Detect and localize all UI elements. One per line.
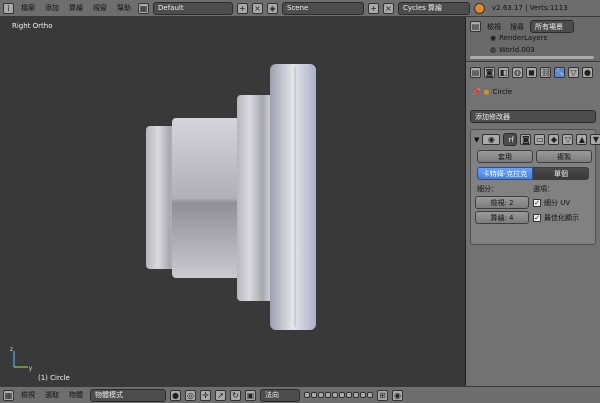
modifiers-tab-icon[interactable]: 🔧 [554,67,565,78]
rotate-icon[interactable]: ↻ [230,389,241,401]
editor-type-icon[interactable]: ▦ [3,389,14,401]
breadcrumb-object-name: Circle [492,88,513,96]
info-icon[interactable]: i [3,2,14,14]
viewport-header: ▦ 檢視 選取 物體 物體模式 ● ◎ ✛ ↗ ↻ ▣ 法向 ⊞ ◉ [0,386,600,403]
scene-icon[interactable]: ◈ [267,2,278,14]
outliner-tab-view[interactable]: 檢視 [484,22,504,32]
simple-tab[interactable]: 單個 [533,167,589,180]
manipulator-icon[interactable]: ✛ [200,389,211,401]
render-tab-icon[interactable]: ◙ [484,67,495,78]
render-preview-icon[interactable]: ◉ [392,389,403,401]
apply-button[interactable]: 套用 [477,150,533,163]
options-label: 選項： [533,185,554,193]
axis-label-y: y [29,366,32,372]
menu-select[interactable]: 選取 [42,390,62,400]
blender-logo-icon [474,2,485,14]
menu-file[interactable]: 檔案 [18,3,38,13]
outliner[interactable]: ▤ 檢視 搜尋 所有場景 ◉ RenderLayers ◍ World.003 [466,17,600,62]
renderlayers-icon: ◉ [490,34,497,42]
shading-icon[interactable]: ● [170,389,181,401]
snap-icon[interactable]: ⊞ [377,389,388,401]
subdivide-uv-label: 細分 UV [544,199,571,207]
viewport-visibility-icon[interactable]: ▭ [534,134,546,145]
collapse-icon[interactable]: ▼ [474,136,479,144]
translate-icon[interactable]: ↗ [215,389,226,401]
scene-tab-icon[interactable]: ◧ [498,67,509,78]
menu-view[interactable]: 檢視 [18,390,38,400]
subdivisions-label: 細分： [477,185,498,193]
layout-select[interactable]: Default [153,1,233,15]
pivot-icon[interactable]: ◎ [185,389,196,401]
move-up-icon[interactable]: ▲ [576,134,588,145]
data-tab-icon[interactable]: ▽ [568,67,579,78]
object-icon: ◼ [483,88,490,96]
properties-editor-icon[interactable]: ▤ [470,67,481,78]
optimal-display-check-icon: ✓ [533,214,541,222]
material-tab-icon[interactable]: ● [582,67,593,78]
object-label: (1) Circle [38,374,70,382]
axis-label-z: z [10,347,13,353]
menu-render[interactable]: 算繪 [66,3,86,13]
properties-tabs: ▤ ◙ ◧ ◍ ◼ ⛓ 🔧 ▽ ● [470,67,593,78]
add-layout-icon[interactable]: + [237,2,248,14]
3d-viewport[interactable]: Right Ortho z y (1) Circle [0,17,466,386]
outliner-editor-icon[interactable]: ▤ [470,21,481,32]
render-engine-select[interactable]: Cycles 算繪 [398,1,470,15]
menu-add[interactable]: 添加 [42,3,62,13]
view-levels-field[interactable]: 檢視: 2 [475,196,529,209]
subdivision-modifier-panel: ▼ ◉ rf ◙ ▭ ◆ ▽ ▲ ▼ × 套用 複製 卡特姆-克拉克 單個 細分… [470,129,600,245]
world-tab-icon[interactable]: ◍ [512,67,523,78]
catmull-clark-tab[interactable]: 卡特姆-克拉克 [477,167,533,180]
render-visibility-icon[interactable]: ◙ [520,134,532,145]
top-header: i 檔案 添加 算繪 視窗 幫助 ▦ Default + × ◈ Scene +… [0,0,600,17]
editmode-icon[interactable]: ◆ [548,134,560,145]
modifier-name-field[interactable]: rf [503,133,518,146]
mode-select[interactable]: 物體模式 [90,388,166,402]
move-down-icon[interactable]: ▼ [590,134,600,145]
outliner-item-world[interactable]: ◍ World.003 [490,46,535,54]
outliner-item-label: World.003 [499,46,535,54]
mesh-object[interactable] [0,17,466,386]
add-modifier-select[interactable]: 添加修改器 [470,110,596,123]
mesh-part-hex [172,118,240,278]
modifier-type-icon: ◉ [482,134,501,145]
add-scene-icon[interactable]: + [368,2,379,14]
orientation-select[interactable]: 法向 [260,388,300,402]
outliner-header: ▤ 檢視 搜尋 所有場景 [470,20,574,33]
close-layout-icon[interactable]: × [252,2,263,14]
menu-window[interactable]: 視窗 [90,3,110,13]
right-panel: ▤ 檢視 搜尋 所有場景 ◉ RenderLayers ◍ World.003 … [466,17,600,386]
menu-object[interactable]: 物體 [66,390,86,400]
object-tab-icon[interactable]: ◼ [526,67,537,78]
subdivide-uv-checkbox[interactable]: ✓ 細分 UV [533,198,570,208]
constraints-tab-icon[interactable]: ⛓ [540,67,551,78]
mesh-part-flange [270,64,316,330]
axis-gizmo-icon: z y [10,347,32,372]
world-icon: ◍ [490,46,497,54]
layout-grid-icon[interactable]: ▦ [138,2,149,14]
close-scene-icon[interactable]: × [383,2,394,14]
subdivide-uv-check-icon: ✓ [533,199,541,207]
copy-button[interactable]: 複製 [536,150,592,163]
version-info: v2.63.17 | Verts:1113 [492,4,568,12]
outliner-tab-search[interactable]: 搜尋 [507,22,527,32]
layer-grid[interactable] [304,392,373,398]
menu-help[interactable]: 幫助 [114,3,134,13]
outliner-item-label: RenderLayers [499,34,548,42]
breadcrumb: 📌 ◼ Circle [472,88,512,96]
scene-select[interactable]: Scene [282,1,364,15]
outliner-scrollbar[interactable] [470,56,594,59]
outliner-item-renderlayers[interactable]: ◉ RenderLayers [490,34,547,42]
pin-icon[interactable]: 📌 [472,88,481,96]
cage-icon[interactable]: ▽ [562,134,574,145]
modifier-header: ▼ ◉ rf ◙ ▭ ◆ ▽ ▲ ▼ × [474,133,600,146]
properties-editor: ▤ ◙ ◧ ◍ ◼ ⛓ 🔧 ▽ ● 📌 ◼ Circle 添加修改器 ▼ ◉ r… [466,62,600,386]
scale-icon[interactable]: ▣ [245,389,256,401]
render-levels-field[interactable]: 算繪: 4 [475,211,529,224]
outliner-filter-select[interactable]: 所有場景 [530,20,574,33]
mesh-part-collar [237,95,273,301]
optimal-display-label: 最佳化顯示 [544,214,579,222]
optimal-display-checkbox[interactable]: ✓ 最佳化顯示 [533,213,579,223]
